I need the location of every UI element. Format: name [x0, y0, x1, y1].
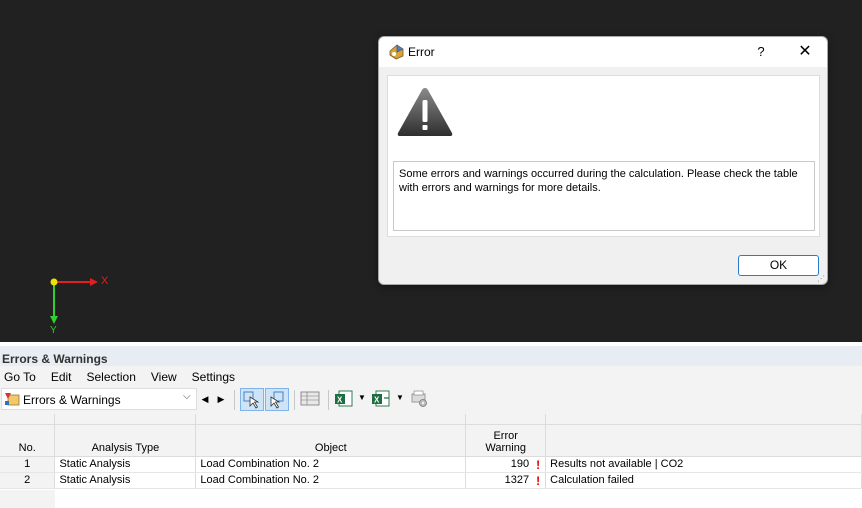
print-gear-icon [411, 390, 427, 407]
panel-title: Errors & Warnings [2, 352, 108, 366]
row-number: 2 [0, 472, 56, 489]
svg-text:X: X [337, 396, 343, 405]
column-header-error-warning[interactable]: Error Warning [465, 424, 547, 457]
cell-error-code[interactable]: 190! [465, 456, 547, 473]
cell-description[interactable]: Results not available | CO2 [545, 456, 862, 473]
toolbar: Errors & Warnings ⌵ ◀ ▶ X ▼ X ▼ [0, 387, 862, 413]
dialog-body: Some errors and warnings occurred during… [387, 75, 820, 237]
errors-warnings-panel: Errors & Warnings Go To Edit Selection V… [0, 342, 862, 508]
error-dialog: Error ? ✕ Some errors and warnings occur… [378, 36, 828, 285]
menu-settings[interactable]: Settings [188, 367, 239, 387]
y-axis-label: Y [50, 325, 57, 336]
x-axis-label: X [101, 275, 109, 287]
column-header-no[interactable]: No. [0, 424, 56, 457]
panel-titlebar: Errors & Warnings [0, 346, 862, 366]
previous-table-button[interactable]: ◀ [199, 391, 211, 407]
column-header-object[interactable]: Object [195, 424, 467, 457]
import-dropdown-arrow-icon[interactable]: ▼ [396, 393, 404, 402]
select-in-model-icon [270, 391, 284, 409]
chevron-down-icon: ⌵ [183, 391, 191, 402]
excel-import-icon: X [372, 390, 390, 407]
close-button[interactable]: ✕ [794, 42, 816, 62]
table-row[interactable]: 1 Static Analysis Load Combination No. 2… [0, 456, 862, 473]
menu-selection[interactable]: Selection [83, 367, 140, 387]
cell-object[interactable]: Load Combination No. 2 [195, 472, 467, 489]
dialog-titlebar[interactable]: Error ? ✕ [379, 37, 827, 67]
svg-text:X: X [374, 396, 380, 405]
export-excel-button[interactable]: X [333, 388, 357, 411]
jump-to-object-button[interactable] [240, 388, 264, 411]
menu-bar: Go To Edit Selection View Settings [0, 367, 862, 387]
column-header-analysis-type[interactable]: Analysis Type [54, 424, 197, 457]
warnings-table-icon [5, 393, 20, 406]
table-select-dropdown[interactable]: Errors & Warnings ⌵ [1, 388, 197, 410]
menu-view[interactable]: View [147, 367, 181, 387]
errors-table: No. Analysis Type Object Error Warning 1… [0, 414, 862, 508]
column-header-description[interactable] [545, 424, 862, 457]
row-number: 1 [0, 456, 56, 473]
help-button[interactable]: ? [751, 42, 771, 62]
column-header-warning-line: Warning [485, 441, 526, 454]
warning-icon [397, 88, 453, 136]
select-object-button[interactable] [265, 388, 289, 411]
resize-grip-icon[interactable]: ⋰ [817, 274, 825, 283]
export-dropdown-arrow-icon[interactable]: ▼ [358, 393, 366, 402]
error-exclamation-icon: ! [536, 473, 541, 488]
dialog-title: Error [408, 45, 435, 59]
cell-object[interactable]: Load Combination No. 2 [195, 456, 467, 473]
excel-export-icon: X [335, 390, 353, 407]
cell-description[interactable]: Calculation failed [545, 472, 862, 489]
menu-goto[interactable]: Go To [0, 367, 40, 387]
jump-to-object-icon [243, 391, 260, 409]
error-exclamation-icon: ! [536, 457, 541, 472]
column-header-error-line: Error [493, 429, 518, 442]
print-settings-button[interactable] [408, 388, 432, 411]
cell-error-code[interactable]: 1327! [465, 472, 547, 489]
table-view-button[interactable] [299, 388, 323, 411]
table-grid-icon [300, 391, 320, 406]
ok-button[interactable]: OK [738, 255, 819, 276]
table-row[interactable]: 2 Static Analysis Load Combination No. 2… [0, 472, 862, 489]
next-table-button[interactable]: ▶ [215, 391, 227, 407]
cell-analysis-type[interactable]: Static Analysis [54, 456, 197, 473]
dialog-message: Some errors and warnings occurred during… [393, 161, 815, 231]
import-excel-button[interactable]: X [370, 388, 394, 411]
error-code-value: 1327 [504, 474, 530, 486]
app-icon [389, 44, 404, 60]
dropdown-value: Errors & Warnings [23, 393, 121, 407]
cell-analysis-type[interactable]: Static Analysis [54, 472, 197, 489]
menu-edit[interactable]: Edit [47, 367, 76, 387]
error-code-value: 190 [510, 458, 530, 470]
